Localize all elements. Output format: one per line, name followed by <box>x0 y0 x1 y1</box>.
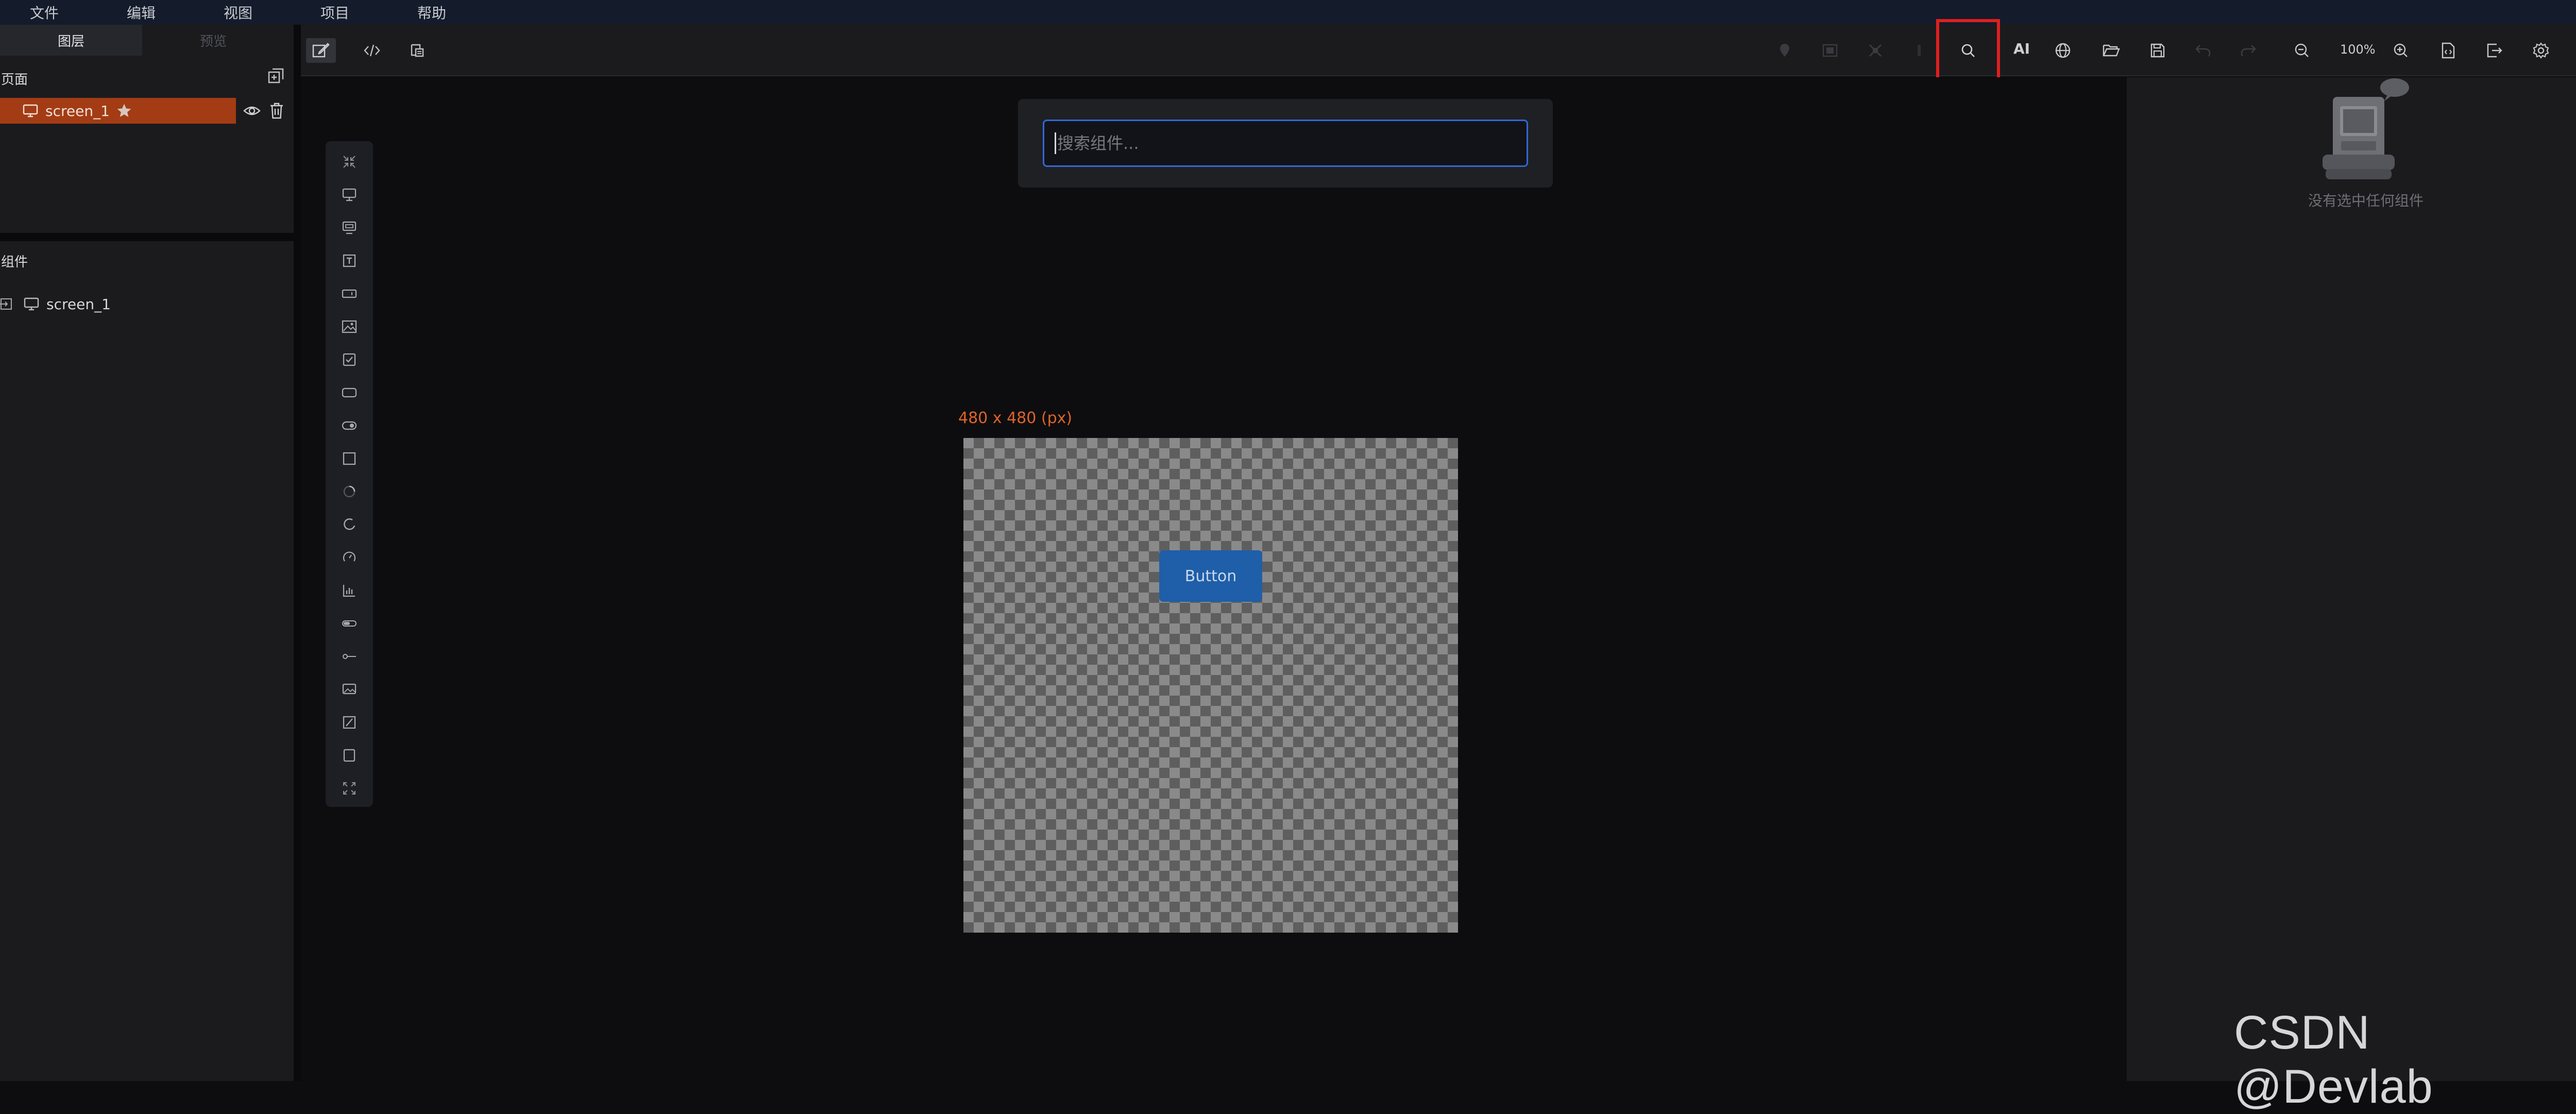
monitor-icon <box>24 297 39 311</box>
search-icon[interactable] <box>1958 40 1978 61</box>
tree-item-screen-1[interactable]: screen_1 <box>0 294 111 314</box>
palette-button-icon[interactable] <box>340 383 359 402</box>
align-icon[interactable] <box>1909 40 1930 61</box>
screen-artboard[interactable]: Button <box>963 438 1458 933</box>
button-widget[interactable]: Button <box>1159 550 1262 602</box>
palette-line-icon[interactable] <box>340 713 359 732</box>
palette-chart-icon[interactable] <box>340 581 359 600</box>
save-icon[interactable] <box>2147 40 2168 61</box>
zoom-out-icon[interactable] <box>2292 40 2312 61</box>
component-palette <box>326 141 373 807</box>
menu-view[interactable]: 视图 <box>187 2 290 23</box>
toolbar: AI 100% <box>301 19 2576 83</box>
left-panel-tabs: 图层 预览 <box>0 25 294 56</box>
pages-section-label: 页面 <box>1 72 28 88</box>
add-page-icon[interactable] <box>267 67 285 86</box>
components-section-label: 组件 <box>1 255 28 270</box>
open-folder-icon[interactable] <box>2101 40 2122 61</box>
code-icon[interactable] <box>362 40 382 61</box>
undo-icon[interactable] <box>2193 40 2213 61</box>
palette-panel-icon[interactable] <box>340 449 359 468</box>
expand-icon[interactable] <box>0 298 12 310</box>
palette-imgbutton-icon[interactable] <box>340 680 359 699</box>
menu-bar: 文件 编辑 视图 项目 帮助 <box>0 0 2576 25</box>
ai-button[interactable]: AI <box>2013 40 2030 57</box>
eye-icon[interactable] <box>243 103 261 119</box>
panel-splitter[interactable] <box>0 233 294 241</box>
redo-icon[interactable] <box>2238 40 2259 61</box>
palette-textarea-icon[interactable] <box>340 284 359 303</box>
menu-edit[interactable]: 编辑 <box>90 2 193 23</box>
empty-selection-text: 没有选中任何组件 <box>2308 192 2424 209</box>
group-icon[interactable] <box>1820 40 1840 61</box>
trash-icon[interactable] <box>269 102 284 120</box>
palette-label-icon[interactable] <box>340 251 359 270</box>
zoom-level[interactable]: 100% <box>2340 42 2376 57</box>
expand-palette-icon[interactable] <box>340 779 359 798</box>
empty-state-illustration <box>2302 77 2426 185</box>
design-mode-button[interactable] <box>306 38 336 63</box>
palette-bar-icon[interactable] <box>340 614 359 633</box>
layer-item-label: screen_1 <box>45 102 110 120</box>
tab-preview[interactable]: 预览 <box>142 25 284 56</box>
layer-item-screen-1[interactable]: screen_1 <box>0 98 236 124</box>
tab-layers[interactable]: 图层 <box>0 25 142 56</box>
text-caret <box>1055 132 1056 154</box>
monitor-icon <box>23 104 38 117</box>
collapse-palette-icon[interactable] <box>340 153 359 171</box>
ungroup-icon[interactable] <box>1865 40 1886 61</box>
palette-spinner-icon[interactable] <box>340 482 359 501</box>
zoom-in-icon[interactable] <box>2391 40 2411 61</box>
menu-file[interactable]: 文件 <box>0 2 96 23</box>
assets-icon[interactable] <box>407 40 428 61</box>
properties-panel: 没有选中任何组件 <box>2127 77 2576 1081</box>
palette-arc-icon[interactable] <box>340 515 359 534</box>
palette-gauge-icon[interactable] <box>340 548 359 567</box>
palette-checkbox-icon[interactable] <box>340 350 359 369</box>
tree-item-label: screen_1 <box>46 295 111 313</box>
component-search-input[interactable] <box>1057 133 1511 153</box>
palette-screen-icon[interactable] <box>340 185 359 204</box>
palette-switch-icon[interactable] <box>340 416 359 435</box>
palette-container-icon[interactable] <box>340 218 359 237</box>
export-icon[interactable] <box>2484 40 2505 61</box>
menu-help[interactable]: 帮助 <box>380 2 483 23</box>
palette-canvas-icon[interactable] <box>340 746 359 765</box>
export-code-icon[interactable] <box>2438 40 2459 61</box>
star-icon[interactable] <box>116 103 132 119</box>
component-search-popup <box>1018 99 1553 188</box>
palette-slider-icon[interactable] <box>340 647 359 666</box>
screen-size-label: 480 x 480 (px) <box>958 409 1073 427</box>
palette-image-icon[interactable] <box>340 317 359 336</box>
settings-gear-icon[interactable] <box>2531 40 2551 61</box>
left-panel-divider[interactable] <box>294 25 301 1081</box>
pin-icon[interactable] <box>1774 40 1795 61</box>
component-search-field[interactable] <box>1043 120 1528 167</box>
watermark: CSDN @Devlab <box>2234 1006 2433 1113</box>
left-panel: 图层 预览 页面 screen_1 组件 screen_1 <box>0 25 294 1081</box>
globe-icon[interactable] <box>2053 40 2073 61</box>
menu-project[interactable]: 项目 <box>283 2 386 23</box>
